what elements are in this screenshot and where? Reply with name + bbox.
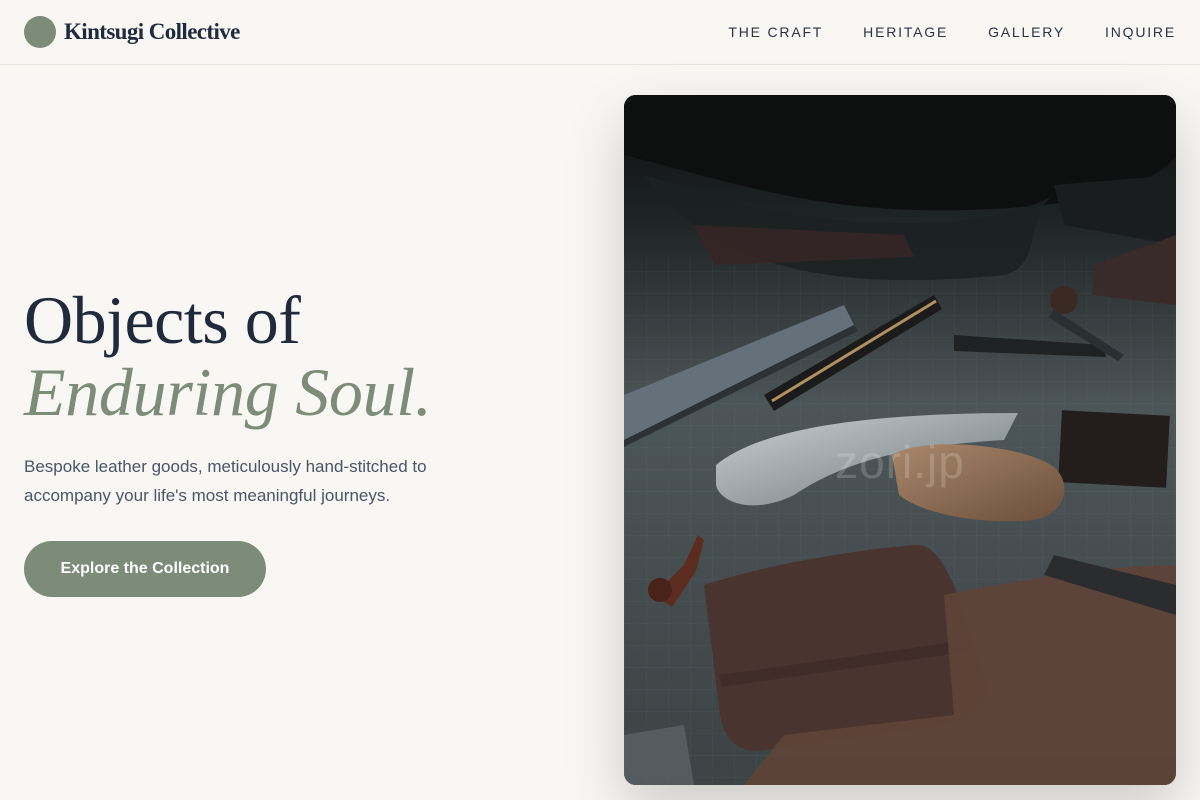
- hero-description: Bespoke leather goods, meticulously hand…: [24, 457, 427, 505]
- nav-link-the-craft[interactable]: THE CRAFT: [728, 24, 823, 40]
- logo-circle-icon: [24, 16, 56, 48]
- hero-photo: zori.jp: [624, 95, 1176, 785]
- nav-link-inquire[interactable]: INQUIRE: [1105, 24, 1176, 40]
- brand[interactable]: Kintsugi Collective: [24, 16, 240, 48]
- explore-collection-button[interactable]: Explore the Collection: [24, 541, 266, 597]
- photo-watermark: zori.jp: [835, 436, 965, 488]
- headline-line-2: Enduring Soul.: [24, 354, 432, 430]
- main-nav: THE CRAFT HERITAGE GALLERY INQUIRE: [728, 24, 1176, 40]
- hero-headline: Objects of Enduring Soul.: [24, 284, 432, 428]
- site-header: Kintsugi Collective THE CRAFT HERITAGE G…: [0, 0, 1200, 65]
- brand-name: Kintsugi Collective: [64, 19, 240, 44]
- nav-link-gallery[interactable]: GALLERY: [988, 24, 1065, 40]
- nav-link-heritage[interactable]: HERITAGE: [863, 24, 948, 40]
- headline-line-1: Objects of: [24, 282, 301, 358]
